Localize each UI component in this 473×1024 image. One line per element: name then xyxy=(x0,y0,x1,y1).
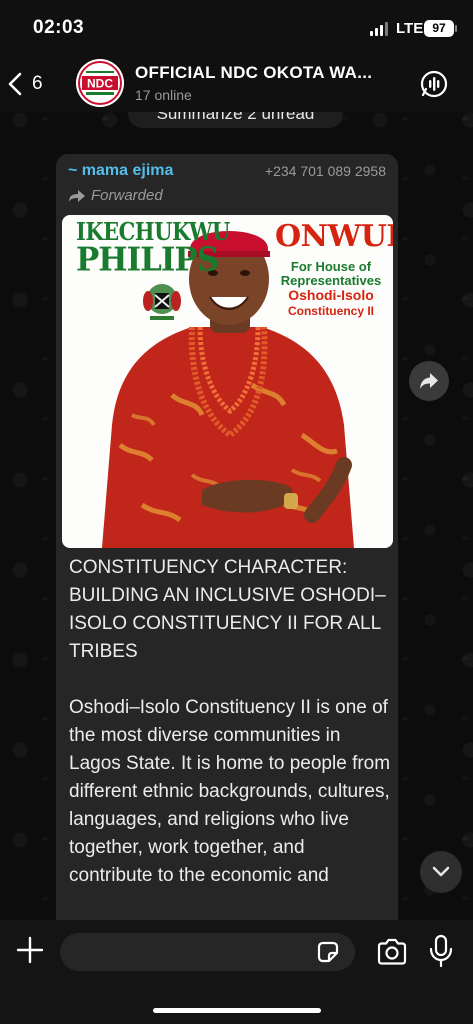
plus-icon xyxy=(16,936,44,964)
message-input[interactable] xyxy=(60,933,355,971)
camera-button[interactable] xyxy=(376,937,408,967)
unread-chats-count: 6 xyxy=(32,73,43,94)
poster-middle-name: PHILIPS xyxy=(76,241,219,279)
ai-summary-icon xyxy=(420,70,448,98)
sticker-button[interactable] xyxy=(315,939,341,965)
message-input-bar xyxy=(0,920,473,1024)
online-count: 17 online xyxy=(135,87,192,103)
network-type: LTE xyxy=(396,20,424,37)
camera-icon xyxy=(377,938,407,965)
forwarded-text: Forwarded xyxy=(91,187,163,204)
poster-office-line2: Representatives xyxy=(280,273,382,288)
poster-office-line1: For House of xyxy=(290,259,372,274)
forwarded-arrow-icon xyxy=(69,189,85,202)
sticker-icon xyxy=(317,941,339,963)
battery-icon: 97 xyxy=(424,20,457,37)
microphone-icon xyxy=(429,934,453,968)
coat-of-arms-icon xyxy=(143,284,181,320)
chat-header: 6 NDC OFFICIAL NDC OKOTA WA... 17 online xyxy=(0,56,473,112)
message-text: CONSTITUENCY CHARACTER: BUILDING AN INCL… xyxy=(69,554,391,890)
chevron-left-icon xyxy=(8,72,22,96)
summarize-label: Summarize 2 unread xyxy=(128,112,343,128)
ai-summary-button[interactable] xyxy=(418,68,450,100)
scroll-to-bottom-button[interactable] xyxy=(420,851,462,893)
status-bar: 02:03 LTE 97 xyxy=(0,0,473,56)
message-body: Oshodi–Isolo Constituency II is one of t… xyxy=(69,697,396,886)
sender-name[interactable]: ~ mama ejima xyxy=(68,162,173,180)
forward-arrow-icon xyxy=(420,373,438,389)
summarize-unread-pill[interactable]: Summarize 2 unread xyxy=(128,112,343,128)
forwarded-label: Forwarded xyxy=(68,187,163,204)
campaign-poster-image[interactable]: IKECHUKWU PHILIPS ONWUKA For House of Re… xyxy=(62,215,393,548)
ndc-logo-icon: NDC xyxy=(76,59,124,107)
voice-message-button[interactable] xyxy=(428,934,454,968)
attach-button[interactable] xyxy=(14,934,46,966)
message-heading: CONSTITUENCY CHARACTER: BUILDING AN INCL… xyxy=(69,557,386,662)
message-bubble[interactable]: ~ mama ejima +234 701 089 2958 Forwarded xyxy=(56,154,398,934)
forward-message-button[interactable] xyxy=(409,361,449,401)
cellular-signal-icon xyxy=(370,22,388,36)
status-time: 02:03 xyxy=(33,17,85,38)
poster-constituency-line1: Oshodi-Isolo xyxy=(288,287,374,303)
poster-constituency-line2: Constituency II xyxy=(287,304,374,318)
group-avatar[interactable]: NDC xyxy=(76,59,124,107)
sender-phone: +234 701 089 2958 xyxy=(264,163,386,179)
poster-surname: ONWUKA xyxy=(275,219,393,254)
home-indicator[interactable] xyxy=(153,1008,321,1013)
back-button[interactable]: 6 xyxy=(8,64,58,104)
chevron-down-icon xyxy=(432,866,450,877)
avatar-text: NDC xyxy=(87,77,113,91)
group-title[interactable]: OFFICIAL NDC OKOTA WA... xyxy=(135,63,390,83)
